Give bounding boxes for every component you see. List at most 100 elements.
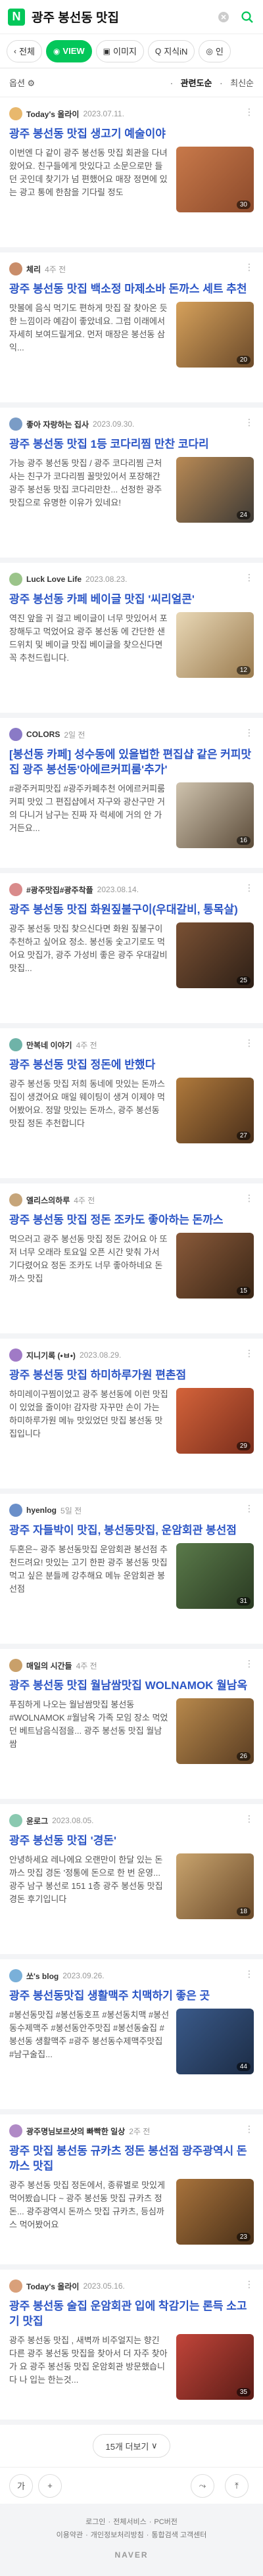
post-snippet[interactable]: 광주 봉선동 맛집 찾으신다면 화원 짚불구이 추천하고 싶어요 정소. 봉선동… (9, 922, 176, 988)
post-thumbnail[interactable]: 29 (176, 1388, 254, 1454)
tab-all[interactable]: ‹ 전체 (7, 39, 42, 62)
post-thumbnail[interactable]: 20 (176, 302, 254, 368)
share-icon[interactable]: ⤳ (191, 2473, 214, 2498)
more-options-icon[interactable]: ⋮ (245, 1658, 254, 1669)
post-thumbnail[interactable]: 31 (176, 1543, 254, 1609)
more-options-icon[interactable]: ⋮ (245, 1038, 254, 1049)
post-title[interactable]: 광주 봉선동 술집 운암회관 입에 착감기는 론득 소고기 맛집 (9, 2299, 254, 2329)
more-options-icon[interactable]: ⋮ (245, 1503, 254, 1514)
post-title[interactable]: [봉선동 카페] 성수동에 있을법한 편집샵 같은 커피맛집 광주 봉선동'아에… (9, 747, 254, 777)
list-item[interactable]: Today's 올라이 2023.05.16. ⋮ 광주 봉선동 술집 운암회관… (0, 2270, 263, 2425)
avatar[interactable] (9, 2124, 22, 2137)
post-author[interactable]: #광주맛집#광주착플 (26, 884, 93, 895)
post-title[interactable]: 광주 봉선동 맛집 '경돈' (9, 1833, 254, 1848)
post-thumbnail[interactable]: 15 (176, 1233, 254, 1299)
post-title[interactable]: 광주 봉선동 카페 베이글 맛집 '씨리얼콘' (9, 592, 254, 607)
post-thumbnail[interactable]: 27 (176, 1078, 254, 1143)
avatar[interactable] (9, 1348, 22, 1362)
post-thumbnail[interactable]: 35 (176, 2334, 254, 2400)
post-thumbnail[interactable]: 44 (176, 2009, 254, 2074)
post-snippet[interactable]: 먹으러고 광주 봉선동 맛집 정돈 갔어요 아 또 저 너무 오래라 토요일 오… (9, 1233, 176, 1299)
avatar[interactable] (9, 2279, 22, 2293)
avatar[interactable] (9, 417, 22, 431)
list-item[interactable]: Today's 올라이 2023.07.11. ⋮ 광주 봉선동 맛집 생고기 … (0, 97, 263, 252)
sort-latest[interactable]: 최신순 (230, 78, 254, 88)
post-author[interactable]: 지니기록 (•ㅂ•) (26, 1350, 76, 1361)
post-author[interactable]: Today's 올라이 (26, 108, 79, 120)
post-snippet[interactable]: 역진 앞을 귀 걸고 베이글이 너무 맛있어서 포장해두고 먹었어요 광주 봉선… (9, 612, 176, 678)
post-thumbnail[interactable]: 26 (176, 1698, 254, 1764)
tab-kin[interactable]: Q 지식iN (147, 39, 195, 62)
avatar[interactable] (9, 1193, 22, 1206)
more-options-icon[interactable]: ⋮ (245, 2279, 254, 2290)
post-author[interactable]: 좋아 자랑하는 집사 (26, 419, 89, 430)
options-button[interactable]: 옵션 ⚙ (9, 76, 165, 89)
list-item[interactable]: 엘리스의하루 4주 전 ⋮ 광주 봉선동 맛집 정돈 조카도 좋아하는 돈까스 … (0, 1183, 263, 1339)
avatar[interactable] (9, 107, 22, 120)
footer-help[interactable]: 통합검색 고객센터 (151, 2531, 206, 2539)
list-item[interactable]: 좋아 자랑하는 집사 2023.09.30. ⋮ 광주 봉선동 맛집 1등 코다… (0, 408, 263, 563)
post-author[interactable]: 엘리스의하루 (26, 1195, 70, 1206)
post-snippet[interactable]: 광주 봉선동 맛집 저희 동네에 맛있는 돈까스 집이 생겼어요 매일 웨이팅이… (9, 1078, 176, 1143)
footer-login[interactable]: 로그인 (85, 2518, 105, 2526)
post-title[interactable]: 광주 봉선동맛집 생활맥주 치맥하기 좋은 곳 (9, 1988, 254, 2003)
list-item[interactable]: Luck Love Life 2023.08.23. ⋮ 광주 봉선동 카페 베… (0, 563, 263, 718)
post-author[interactable]: Today's 올라이 (26, 2281, 79, 2292)
post-author[interactable]: COLORS (26, 730, 60, 739)
clear-icon[interactable] (216, 9, 231, 25)
avatar[interactable] (9, 1504, 22, 1517)
post-snippet[interactable]: 가능 광주 봉선동 맛집 / 광주 코다리찜 근처 사는 친구가 코다리찜 꿀맛… (9, 457, 176, 523)
tab-image[interactable]: ▣ 이미지 (95, 39, 144, 62)
post-snippet[interactable]: 광주 봉선동 맛집 정돈에서, 종류별로 맛있게 먹어봤습니다 ~ 광주 봉선동… (9, 2179, 176, 2245)
list-item[interactable]: 매일의 시간들 4주 전 ⋮ 광주 봉선동 맛집 월남쌈맛집 WOLNAMOK … (0, 1649, 263, 1804)
post-snippet[interactable]: 하미레이구찜이었고 광주 봉선동에 이런 맛집이 있었을 줄이야! 감자랑 자꾸… (9, 1388, 176, 1454)
list-item[interactable]: 지니기록 (•ㅂ•) 2023.08.29. ⋮ 광주 봉선동 맛집 하미하루가… (0, 1339, 263, 1494)
list-item[interactable]: 광주명님보르샷의 빠빡한 일상 2주 전 ⋮ 광주 맛집 봉선동 규카츠 정돈 … (0, 2114, 263, 2270)
more-options-icon[interactable]: ⋮ (245, 262, 254, 273)
avatar[interactable] (9, 728, 22, 741)
avatar[interactable] (9, 1969, 22, 1982)
post-title[interactable]: 광주 봉선동 맛집 1등 코다리찜 만찬 코다리 (9, 437, 254, 452)
list-item[interactable]: hyenlog 5일 전 ⋮ 광주 자들박이 맛집, 봉선동맛집, 운암회관 봉… (0, 1494, 263, 1649)
post-author[interactable]: Luck Love Life (26, 575, 82, 584)
post-title[interactable]: 광주 봉선동 맛집 백소정 마제소바 돈까스 세트 추천 (9, 281, 254, 297)
post-thumbnail[interactable]: 12 (176, 612, 254, 678)
post-snippet[interactable]: #광주커피맛집 #광주카페추천 어에르커피룸 커피 맛있 그 편집샵에서 자구와… (9, 782, 176, 848)
post-title[interactable]: 광주 봉선동 맛집 화원짚불구이(우대갈비, 통목살) (9, 902, 254, 917)
post-author[interactable]: hyenlog (26, 1506, 57, 1515)
post-snippet[interactable]: 푸짐하게 나오는 월남쌈맛집 봉선동 #WOLNAMOK #월남옥 가족 모임 … (9, 1698, 176, 1764)
post-snippet[interactable]: 광주 봉선동 맛집 , 새벽까 비주얼지는 향긴 다른 광주 봉선동 맛집을 찾… (9, 2334, 176, 2400)
list-item[interactable]: 윤로그 2023.08.05. ⋮ 광주 봉선동 맛집 '경돈' 안녕하세요 레… (0, 1804, 263, 1959)
more-options-icon[interactable]: ⋮ (245, 882, 254, 894)
post-author[interactable]: 만복네 이야기 (26, 1039, 72, 1051)
post-title[interactable]: 광주 봉선동 맛집 정돈에 반했다 (9, 1057, 254, 1072)
list-item[interactable]: 만복네 이야기 4주 전 ⋮ 광주 봉선동 맛집 정돈에 반했다 광주 봉선동 … (0, 1028, 263, 1183)
more-options-icon[interactable]: ⋮ (245, 2124, 254, 2135)
tab-influencer[interactable]: ◎ 인 (199, 39, 231, 62)
footer-all-services[interactable]: 전체서비스 (113, 2518, 147, 2526)
list-item[interactable]: 체리 4주 전 ⋮ 광주 봉선동 맛집 백소정 마제소바 돈까스 세트 추천 맛… (0, 252, 263, 408)
post-snippet[interactable]: 이번엔 다 같이 광주 봉선동 맛집 회관을 다녀왔어요. 친구들에게 맛있다고… (9, 147, 176, 212)
post-title[interactable]: 광주 봉선동 맛집 정돈 조카도 좋아하는 돈까스 (9, 1212, 254, 1228)
avatar[interactable] (9, 883, 22, 896)
list-item[interactable]: #광주맛집#광주착플 2023.08.14. ⋮ 광주 봉선동 맛집 화원짚불구… (0, 873, 263, 1028)
avatar[interactable] (9, 573, 22, 586)
post-author[interactable]: 광주명님보르샷의 빠빡한 일상 (26, 2126, 125, 2137)
search-input[interactable]: 광주 봉선동 맛집 (32, 8, 208, 26)
post-author[interactable]: 쏘's blog (26, 1970, 59, 1982)
list-item[interactable]: 쏘's blog 2023.09.26. ⋮ 광주 봉선동맛집 생활맥주 치맥하… (0, 1959, 263, 2114)
post-title[interactable]: 광주 자들박이 맛집, 봉선동맛집, 운암회관 봉선점 (9, 1523, 254, 1538)
post-thumbnail[interactable]: 16 (176, 782, 254, 848)
search-icon[interactable] (239, 9, 255, 25)
footer-privacy[interactable]: 개인정보처리방침 (91, 2531, 144, 2539)
add-button[interactable]: + (38, 2473, 62, 2498)
more-options-icon[interactable]: ⋮ (245, 727, 254, 738)
post-snippet[interactable]: 맛볼에 음식 먹기도 편하게 맛집 잘 찾아온 듯한 느낌이라 예감이 좋았네요… (9, 302, 176, 368)
post-thumbnail[interactable]: 23 (176, 2179, 254, 2245)
post-title[interactable]: 광주 봉선동 맛집 하미하루가원 편촌점 (9, 1368, 254, 1383)
post-thumbnail[interactable]: 18 (176, 1853, 254, 1919)
post-author[interactable]: 매일의 시간들 (26, 1660, 72, 1671)
avatar[interactable] (9, 1038, 22, 1051)
post-snippet[interactable]: 두혼은~ 광주 봉선동맛집 운암회관 봉선점 추천드려요! 맛있는 고기 한판 … (9, 1543, 176, 1609)
avatar[interactable] (9, 1659, 22, 1672)
